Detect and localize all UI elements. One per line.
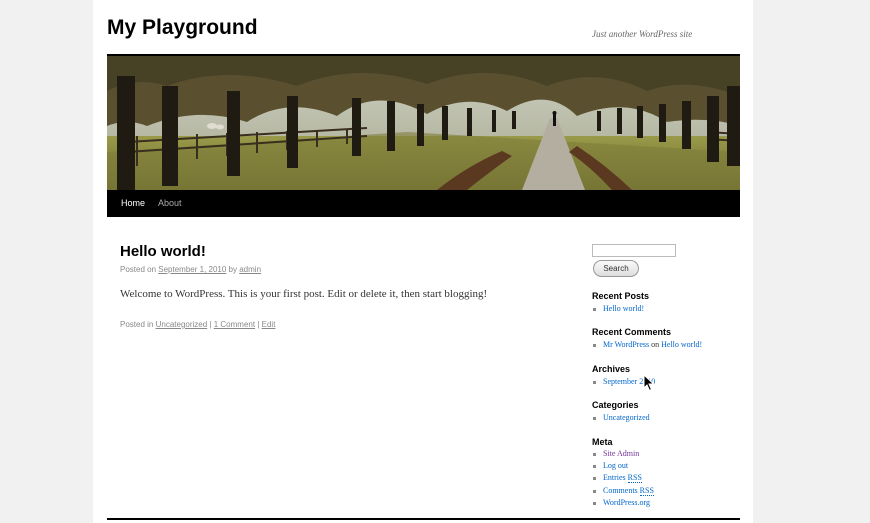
mouse-cursor-icon — [643, 373, 655, 397]
menu-item-about[interactable]: About — [158, 198, 182, 208]
comments-rss-link[interactable]: Comments RSS — [603, 485, 654, 496]
recent-post-link[interactable]: Hello world! — [603, 304, 644, 313]
comment-author-link[interactable]: Mr WordPress — [603, 340, 649, 349]
list-item: Entries RSS — [592, 472, 654, 484]
recent-posts-list: Hello world! — [592, 303, 644, 315]
search-button[interactable]: Search — [593, 260, 639, 277]
category-link[interactable]: Uncategorized — [603, 413, 650, 422]
entries-label: Entries — [603, 473, 626, 483]
categories-heading: Categories — [592, 400, 639, 410]
site-description: Just another WordPress site — [592, 29, 693, 39]
recent-posts-heading: Recent Posts — [592, 291, 650, 301]
search-input[interactable] — [592, 244, 676, 257]
menu-item-home[interactable]: Home — [121, 198, 145, 208]
main-menu: Home About — [107, 190, 740, 217]
entries-rss-link[interactable]: Entries RSS — [603, 473, 642, 484]
list-item: Site Admin — [592, 448, 654, 460]
edit-link[interactable]: Edit — [262, 320, 276, 329]
author-link[interactable]: admin — [239, 265, 261, 274]
rss-abbr: RSS — [639, 485, 654, 496]
site-title[interactable]: My Playground — [107, 16, 258, 40]
archives-heading: Archives — [592, 364, 631, 374]
separator: | — [257, 320, 260, 329]
list-item: WordPress.org — [592, 497, 654, 509]
list-item: Comments RSS — [592, 485, 654, 497]
comments-label: Comments — [603, 485, 638, 495]
header-image — [107, 56, 740, 190]
meta-list: Site Admin Log out Entries RSS Comments … — [592, 448, 654, 509]
category-link[interactable]: Uncategorized — [156, 320, 208, 329]
wordpress-org-link[interactable]: WordPress.org — [603, 498, 650, 507]
separator: | — [209, 320, 212, 329]
comment-on-label: on — [651, 340, 660, 349]
list-item: Hello world! — [592, 303, 644, 315]
meta-heading: Meta — [592, 437, 613, 447]
list-item: Uncategorized — [592, 412, 650, 424]
log-out-link[interactable]: Log out — [603, 461, 628, 470]
page-wrapper: My Playground Just another WordPress sit… — [93, 0, 753, 523]
by-label: by — [228, 265, 237, 274]
list-item: Log out — [592, 460, 654, 472]
post-date-link[interactable]: September 1, 2010 — [158, 265, 226, 274]
post-content: Welcome to WordPress. This is your first… — [120, 288, 488, 300]
posted-on-label: Posted on — [120, 265, 157, 274]
comment-post-link[interactable]: Hello world! — [661, 340, 702, 349]
recent-comments-heading: Recent Comments — [592, 327, 672, 337]
entry-utility: Posted in Uncategorized | 1 Comment | Ed… — [120, 320, 275, 329]
posted-in-label: Posted in — [120, 320, 154, 329]
list-item: Mr WordPress on Hello world! — [592, 339, 702, 351]
rss-abbr: RSS — [627, 473, 642, 484]
recent-comments-list: Mr WordPress on Hello world! — [592, 339, 702, 351]
post-title[interactable]: Hello world! — [120, 243, 206, 260]
entry-meta: Posted on September 1, 2010 by admin — [120, 265, 261, 274]
comments-link[interactable]: 1 Comment — [214, 320, 255, 329]
footer-divider — [107, 518, 740, 520]
categories-list: Uncategorized — [592, 412, 650, 424]
site-admin-link[interactable]: Site Admin — [603, 449, 639, 458]
